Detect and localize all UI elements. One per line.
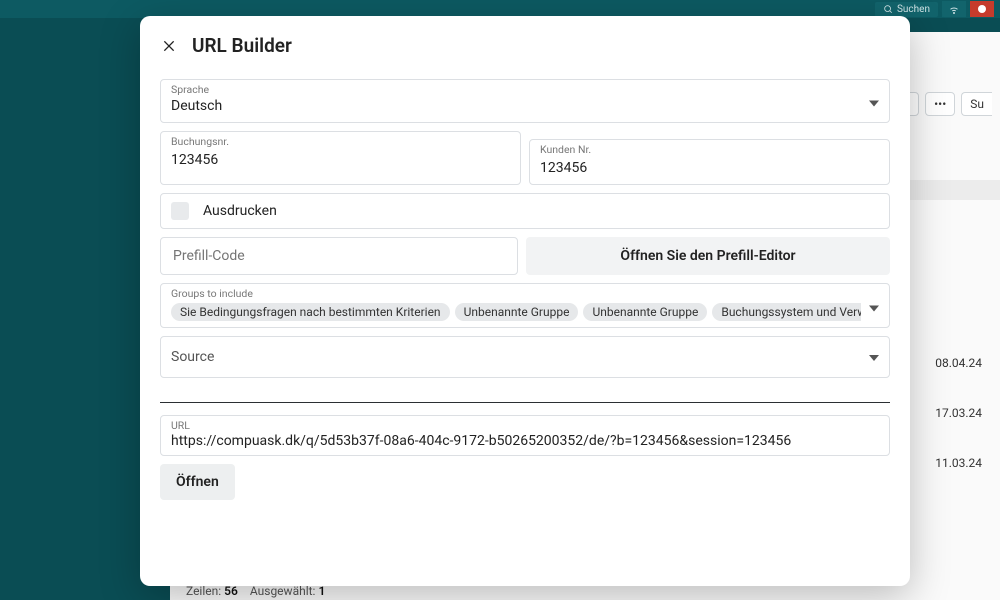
customer-label: Kunden Nr. [540, 144, 879, 157]
groups-label: Groups to include [171, 288, 861, 301]
topbar-search[interactable]: Suchen [875, 2, 938, 17]
close-button[interactable] [160, 37, 178, 55]
chevron-down-icon [869, 349, 879, 365]
bg-more-button[interactable]: ••• [925, 92, 955, 116]
language-value: Deutsch [171, 97, 879, 117]
group-chip[interactable]: Buchungssystem und Verwaltungssoftware [712, 303, 861, 321]
print-checkbox[interactable] [171, 202, 189, 220]
url-label: URL [171, 420, 879, 433]
footer-selected: Ausgewählt: 1 [250, 584, 325, 598]
footer-rows: Zeilen: 56 [186, 584, 238, 598]
group-chip[interactable]: Unbenannte Gruppe [455, 303, 579, 321]
print-label: Ausdrucken [203, 203, 277, 219]
groups-multiselect[interactable]: Groups to include Sie Bedingungsfragen n… [160, 283, 890, 328]
source-select[interactable]: Source [160, 336, 890, 378]
url-output-field[interactable]: URL https://compuask.dk/q/5d53b37f-08a6-… [160, 415, 890, 456]
language-select[interactable]: Sprache Deutsch [160, 79, 890, 123]
booking-number-field[interactable]: Buchungsnr. [160, 131, 521, 185]
url-value: https://compuask.dk/q/5d53b37f-08a6-404c… [171, 433, 879, 449]
close-icon [161, 38, 177, 54]
source-label: Source [171, 349, 214, 365]
group-chip[interactable]: Unbenannte Gruppe [583, 303, 707, 321]
topbar-alert-button[interactable] [970, 1, 994, 17]
topbar-search-label: Suchen [897, 4, 930, 15]
date-cell: 11.03.24 [935, 438, 982, 488]
background-date-column: 08.04.24 17.03.24 11.03.24 [935, 338, 982, 488]
open-url-button[interactable]: Öffnen [160, 464, 235, 500]
chevron-down-icon [869, 296, 879, 315]
topbar-wifi-button[interactable] [942, 1, 966, 17]
modal-header: URL Builder [160, 34, 890, 57]
booking-label: Buchungsnr. [171, 136, 510, 149]
print-checkbox-row[interactable]: Ausdrucken [160, 193, 890, 229]
group-chip[interactable]: Sie Bedingungsfragen nach bestimmten Kri… [171, 303, 450, 321]
customer-number-field[interactable]: Kunden Nr. [529, 139, 890, 185]
wifi-icon [948, 3, 960, 15]
date-cell: 17.03.24 [935, 388, 982, 438]
section-divider [160, 402, 890, 403]
search-icon [883, 4, 893, 14]
url-builder-modal: URL Builder Sprache Deutsch Buchungsnr. … [140, 16, 910, 586]
alert-icon [976, 3, 988, 15]
language-label: Sprache [171, 84, 879, 97]
background-footer: Zeilen: 56 Ausgewählt: 1 [186, 584, 325, 598]
bg-su-button[interactable]: Su [961, 92, 992, 116]
chevron-down-icon [869, 92, 879, 111]
date-cell: 08.04.24 [935, 338, 982, 388]
prefill-code-input[interactable] [160, 237, 518, 275]
modal-title: URL Builder [192, 34, 292, 57]
customer-input[interactable] [540, 159, 879, 179]
booking-input[interactable] [171, 151, 510, 171]
open-prefill-editor-button[interactable]: Öffnen Sie den Prefill-Editor [526, 237, 890, 275]
groups-chips: Sie Bedingungsfragen nach bestimmten Kri… [171, 303, 861, 321]
